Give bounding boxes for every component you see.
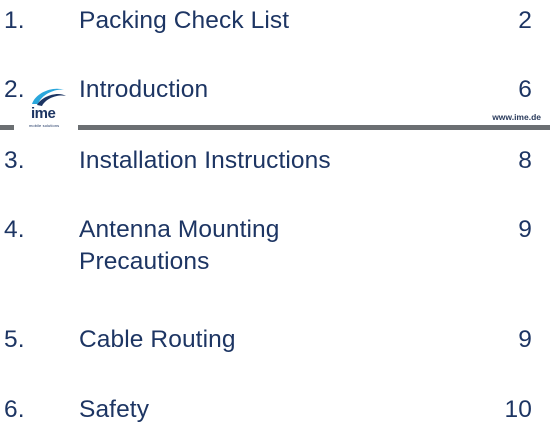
toc-page: 9 xyxy=(518,216,532,243)
toc-title: Installation Instructions xyxy=(79,147,331,174)
website-url: www.ime.de xyxy=(492,112,541,122)
rule-main xyxy=(78,125,550,130)
logo-text: ime xyxy=(31,105,56,122)
toc-page: 10 xyxy=(504,396,532,423)
toc-title: Packing Check List xyxy=(79,7,290,34)
toc-page: 8 xyxy=(518,147,532,174)
toc-number: 6. xyxy=(4,396,25,423)
toc-number: 2. xyxy=(4,76,25,103)
toc-title: Cable Routing xyxy=(79,326,236,353)
toc-title: Introduction xyxy=(79,76,209,103)
toc-number: 1. xyxy=(4,7,25,34)
toc-number: 5. xyxy=(4,326,25,353)
toc-page: 2 xyxy=(518,7,532,34)
logo-subtext: mobile solutions xyxy=(29,123,60,128)
toc-page: 6 xyxy=(518,76,532,103)
toc-page: 9 xyxy=(518,326,532,353)
toc-title: Safety xyxy=(79,396,150,423)
toc-number: 3. xyxy=(4,147,25,174)
toc-number: 4. xyxy=(4,216,25,243)
rule-left xyxy=(0,125,14,130)
toc-title: Antenna Mounting Precautions xyxy=(79,216,280,275)
